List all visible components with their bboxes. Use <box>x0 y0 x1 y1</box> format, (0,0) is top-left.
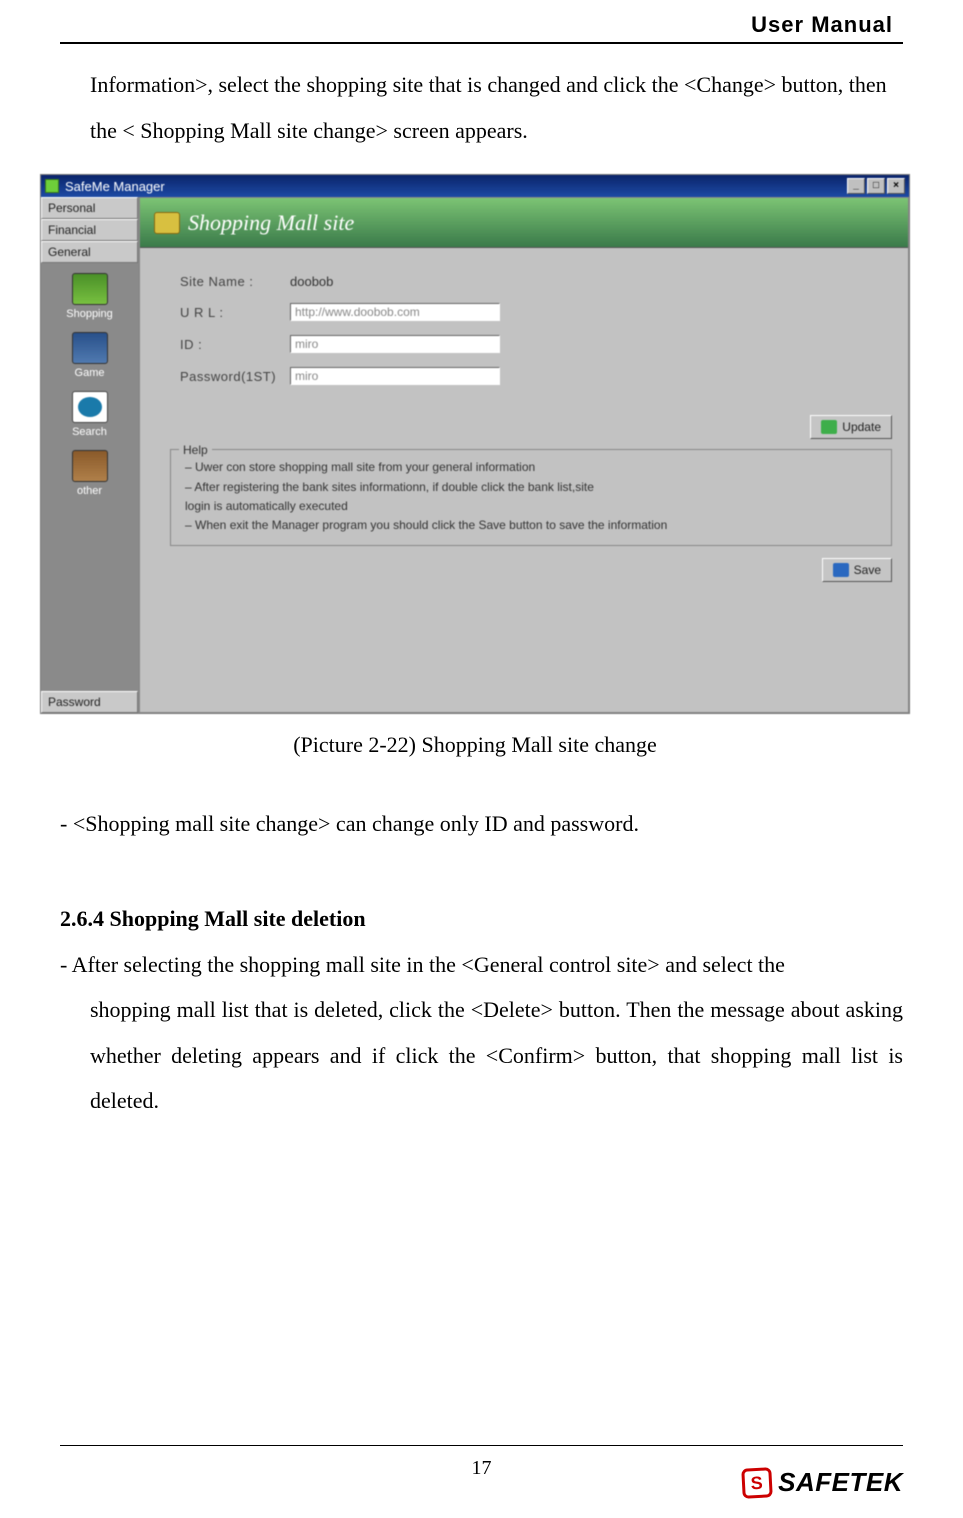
app-icon <box>45 179 59 193</box>
save-button[interactable]: Save <box>822 558 892 582</box>
save-button-label: Save <box>854 563 881 577</box>
minimize-button[interactable]: _ <box>847 178 865 194</box>
update-icon <box>821 420 837 434</box>
help-line: – Uwer con store shopping mall site from… <box>185 458 877 477</box>
help-legend: Help <box>179 441 212 460</box>
sidebar-label: Game <box>75 367 105 379</box>
panel-title: Shopping Mall site <box>188 210 354 236</box>
app-window: SafeMe Manager _ □ × Personal Financial … <box>40 174 910 714</box>
url-label: U R L : <box>180 305 290 320</box>
content-pane: Shopping Mall site Site Name : doobob U … <box>139 197 909 713</box>
figure-caption: (Picture 2-22) Shopping Mall site change <box>40 732 910 758</box>
window-title: SafeMe Manager <box>65 179 847 194</box>
password-input[interactable] <box>290 367 500 385</box>
help-group: Help – Uwer con store shopping mall site… <box>170 449 892 546</box>
screenshot-figure: SafeMe Manager _ □ × Personal Financial … <box>40 174 910 758</box>
intro-paragraph: Information>, select the shopping site t… <box>60 62 903 154</box>
sidebar-item-search[interactable]: Search <box>60 391 120 438</box>
tab-general[interactable]: General <box>41 241 138 263</box>
section-heading: 2.6.4 Shopping Mall site deletion <box>60 906 903 932</box>
sidebar: Personal Financial General Shopping Game… <box>41 197 139 713</box>
sidebar-label: other <box>77 485 102 497</box>
sidebar-item-other[interactable]: other <box>60 450 120 497</box>
note-line: - <Shopping mall site change> can change… <box>60 802 903 846</box>
tab-personal[interactable]: Personal <box>41 197 138 219</box>
section-paragraph: - After selecting the shopping mall site… <box>60 942 903 987</box>
sidebar-item-game[interactable]: Game <box>60 332 120 379</box>
id-label: ID : <box>180 337 290 352</box>
brand-logo: SAFETEK <box>742 1467 903 1498</box>
maximize-button[interactable]: □ <box>867 178 885 194</box>
help-line: – When exit the Manager program you shou… <box>185 516 877 535</box>
url-input[interactable] <box>290 303 500 321</box>
game-icon <box>72 332 108 364</box>
shopping-icon <box>72 273 108 305</box>
update-button[interactable]: Update <box>810 415 892 439</box>
tab-password[interactable]: Password <box>41 691 138 713</box>
brand-mark-icon <box>741 1467 773 1499</box>
tab-financial[interactable]: Financial <box>41 219 138 241</box>
site-name-value: doobob <box>290 274 333 289</box>
help-line: – After registering the bank sites infor… <box>185 478 877 497</box>
search-icon <box>72 391 108 423</box>
footer-divider <box>60 1445 903 1446</box>
help-line: login is automatically executed <box>185 497 877 516</box>
header-divider <box>60 42 903 44</box>
other-icon <box>72 450 108 482</box>
brand-name: SAFETEK <box>778 1467 903 1498</box>
id-input[interactable] <box>290 335 500 353</box>
panel-header-icon <box>154 212 180 234</box>
para-prefix: - After selecting the shopping mall site… <box>60 952 785 977</box>
sidebar-label: Shopping <box>66 308 113 320</box>
section-paragraph-cont: shopping mall list that is deleted, clic… <box>60 987 903 1122</box>
page-header-title: User Manual <box>60 0 903 38</box>
sidebar-label: Search <box>72 426 107 438</box>
password-label: Password(1ST) <box>180 369 290 384</box>
sidebar-item-shopping[interactable]: Shopping <box>60 273 120 320</box>
close-button[interactable]: × <box>887 178 905 194</box>
window-titlebar: SafeMe Manager _ □ × <box>41 175 909 197</box>
save-icon <box>833 563 849 577</box>
panel-header: Shopping Mall site <box>140 198 908 248</box>
site-name-label: Site Name : <box>180 274 290 289</box>
update-button-label: Update <box>842 420 881 434</box>
